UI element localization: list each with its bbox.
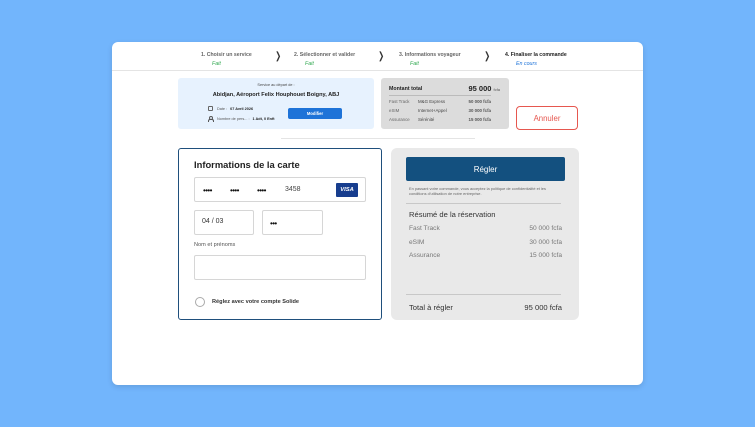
name-field[interactable] [194, 255, 366, 280]
chevron-right-icon: ❯ [378, 51, 385, 62]
chevron-right-icon: ❯ [275, 51, 282, 62]
date-value: 07 Avril 2026 [230, 106, 254, 111]
legal-notice: En passant votre commande, vous acceptez… [409, 186, 546, 196]
cvv-field[interactable]: ••• [262, 210, 323, 235]
total-to-pay-value: 95 000 fcfa [524, 303, 562, 312]
summary-item-price: 30 000 fcfa [529, 239, 562, 246]
masked-digits: •••• [257, 186, 266, 195]
item-desc: M&G Express [418, 99, 446, 104]
step-traveller-info[interactable]: 3. Informations voyageur Fait [399, 52, 461, 67]
step-status: Fait [212, 60, 221, 67]
total-amount: 95 000 fcfa [469, 84, 501, 93]
step-label: 1. Choisir un service [201, 52, 252, 58]
step-choose-service[interactable]: 1. Choisir un service Fait [201, 52, 252, 67]
service-summary: Service au départ de : Abidjan, Aéroport… [178, 78, 374, 129]
card-number-field[interactable]: •••• •••• •••• 3458 VISA [194, 177, 366, 202]
pay-button[interactable]: Régler [406, 157, 565, 181]
persons-label: Nombre de pers... : [217, 116, 250, 121]
divider [406, 294, 561, 295]
total-currency: fcfa [493, 87, 500, 92]
masked-cvv: ••• [270, 219, 277, 228]
card-last4: 3458 [285, 186, 301, 193]
persons-value: 1 Adt, 0 Enft [252, 116, 275, 121]
step-status: Fait [410, 60, 419, 67]
step-status: Fait [305, 60, 314, 67]
visa-icon: VISA [336, 183, 358, 197]
solde-radio[interactable] [195, 297, 205, 307]
masked-digits: •••• [230, 186, 239, 195]
cancel-button[interactable]: Annuler [516, 106, 578, 130]
item-price: 15 000 fcfa [468, 117, 491, 122]
total-label: Montant total [389, 86, 423, 92]
solde-label[interactable]: Réglez avec votre compte Solide [212, 299, 299, 305]
card-info-title: Informations de la carte [194, 159, 300, 170]
summary-item-name: Fast Track [409, 225, 440, 232]
section-divider [281, 138, 475, 139]
summary-item-name: Assurance [409, 252, 441, 259]
service-date-row: Date : 07 Avril 2026 [208, 106, 253, 111]
step-select-validate[interactable]: 2. Sélectionner et valider Fait [294, 52, 355, 67]
calendar-icon [208, 106, 213, 111]
summary-title: Résumé de la réservation [409, 210, 496, 219]
total-to-pay-label: Total à régler [409, 303, 453, 312]
summary-item-name: eSIM [409, 239, 425, 246]
service-departure-label: Service au départ de : [257, 83, 295, 87]
user-icon [208, 116, 215, 122]
checkout-card: 1. Choisir un service Fait ❯ 2. Sélectio… [112, 42, 643, 385]
item-desc: Sérénité [418, 117, 435, 122]
expiry-field[interactable]: 04 / 03 [194, 210, 254, 235]
item-price: 50 000 fcfa [468, 99, 491, 104]
step-status: En cours [516, 60, 537, 67]
total-panel: Montant total 95 000 fcfa Fast Track M&G… [381, 78, 509, 129]
stepper: 1. Choisir un service Fait ❯ 2. Sélectio… [112, 42, 643, 71]
divider [406, 203, 561, 204]
step-label: 2. Sélectionner et valider [294, 52, 356, 58]
modify-button[interactable]: Modifier [288, 108, 342, 119]
payment-panel: Régler En passant votre commande, vous a… [391, 148, 579, 320]
name-label: Nom et prénoms [194, 242, 236, 248]
summary-item-price: 50 000 fcfa [529, 225, 562, 232]
card-info-form: Informations de la carte •••• •••• •••• … [178, 148, 382, 320]
item-price: 30 000 fcfa [468, 108, 491, 113]
total-divider [389, 95, 491, 96]
total-amount-value: 95 000 [468, 84, 492, 93]
service-persons-row: Nombre de pers... : 1 Adt, 0 Enft [208, 116, 275, 122]
service-airport: Abidjan, Aéroport Felix Houphouet Boigny… [212, 92, 340, 98]
date-label: Date : [217, 106, 228, 111]
step-label: 3. Informations voyageur [399, 52, 461, 58]
item-name: eSIM [389, 108, 400, 113]
summary-item-price: 15 000 fcfa [529, 252, 562, 259]
item-name: Assurance [389, 117, 410, 122]
item-name: Fast Track [389, 99, 410, 104]
masked-digits: •••• [203, 186, 212, 195]
step-label: 4. Finaliser la commande [505, 52, 567, 58]
item-desc: Internet+Appel [418, 108, 447, 113]
chevron-right-icon: ❯ [484, 51, 491, 62]
step-finalize-order[interactable]: 4. Finaliser la commande En cours [505, 52, 567, 67]
